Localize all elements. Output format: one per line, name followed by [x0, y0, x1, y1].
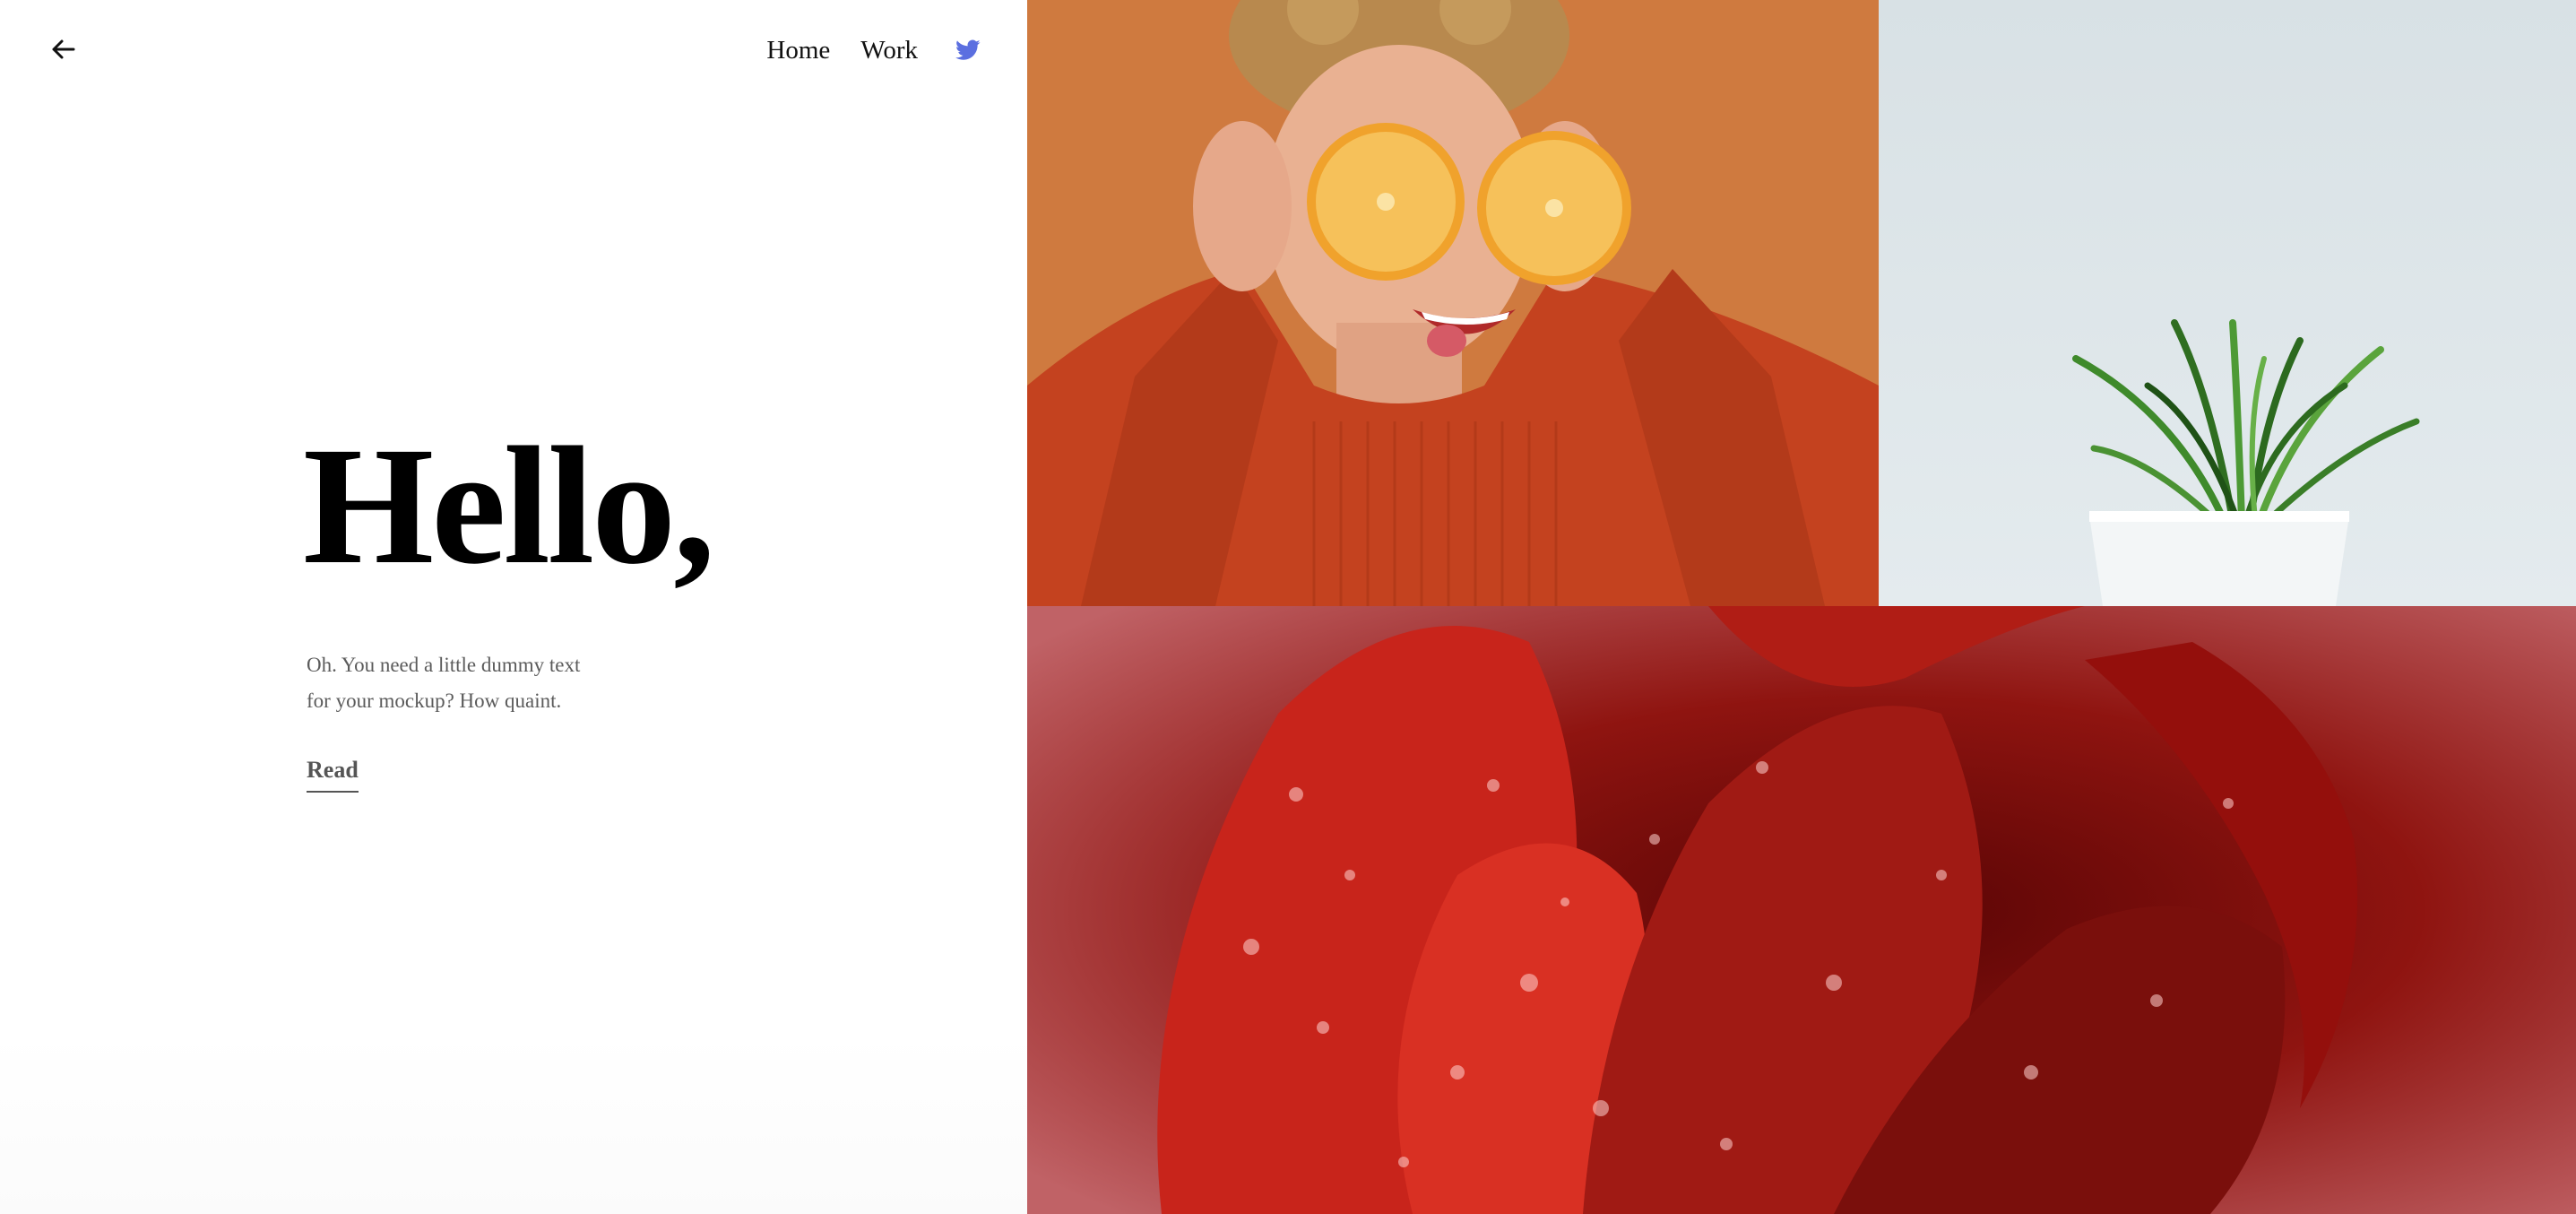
left-panel: Home Work Hello, Oh. You need a little d… [0, 0, 1027, 1214]
hero-text-line-1: Oh. You need a little dummy text [307, 654, 581, 676]
nav-work-link[interactable]: Work [860, 36, 918, 65]
arrow-left-icon [52, 39, 75, 59]
top-nav: Home Work [736, 27, 981, 74]
hero-title: Hello, [303, 412, 715, 599]
back-button[interactable] [45, 34, 81, 65]
read-link[interactable]: Read [307, 757, 359, 793]
hero-description: Oh. You need a little dummy text for you… [307, 647, 629, 719]
red-rose-photo [1027, 606, 2576, 1214]
potted-plant-photo [1879, 0, 2576, 606]
twitter-link[interactable] [955, 39, 981, 61]
hero-text-line-2: for your mockup? How quaint. [307, 689, 562, 712]
twitter-icon [955, 39, 981, 60]
woman-with-oranges-photo [1027, 0, 1879, 606]
nav-home-link[interactable]: Home [766, 36, 830, 65]
